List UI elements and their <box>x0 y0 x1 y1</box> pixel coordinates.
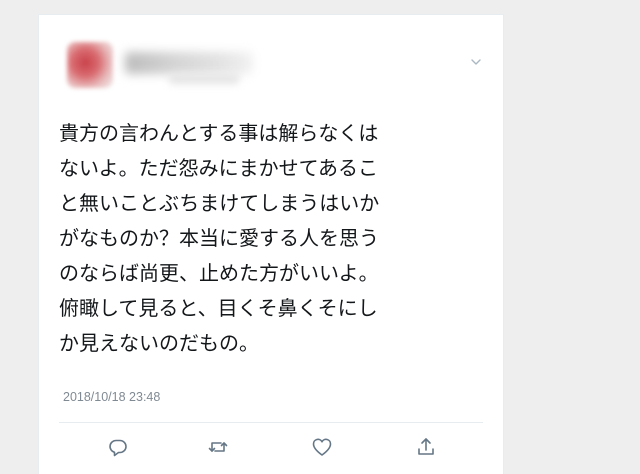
tweet-card: 貴方の言わんとする事は解らなくは ないよ。ただ怨みにまかせてあるこ と無いことぶ… <box>38 14 504 474</box>
actions-divider <box>59 422 483 423</box>
chevron-down-icon[interactable] <box>469 54 483 68</box>
user-handle-redacted <box>169 74 239 84</box>
share-icon[interactable] <box>415 436 437 458</box>
heart-icon[interactable] <box>311 436 333 458</box>
tweet-text: 貴方の言わんとする事は解らなくは ないよ。ただ怨みにまかせてあるこ と無いことぶ… <box>59 121 380 355</box>
tweet-actions <box>39 436 503 462</box>
user-name-redacted[interactable] <box>125 52 253 74</box>
tweet-timestamp[interactable]: 2018/10/18 23:48 <box>63 390 160 404</box>
retweet-icon[interactable] <box>207 436 229 458</box>
reply-icon[interactable] <box>107 436 129 458</box>
avatar[interactable] <box>67 42 113 88</box>
top-divider <box>39 14 503 15</box>
